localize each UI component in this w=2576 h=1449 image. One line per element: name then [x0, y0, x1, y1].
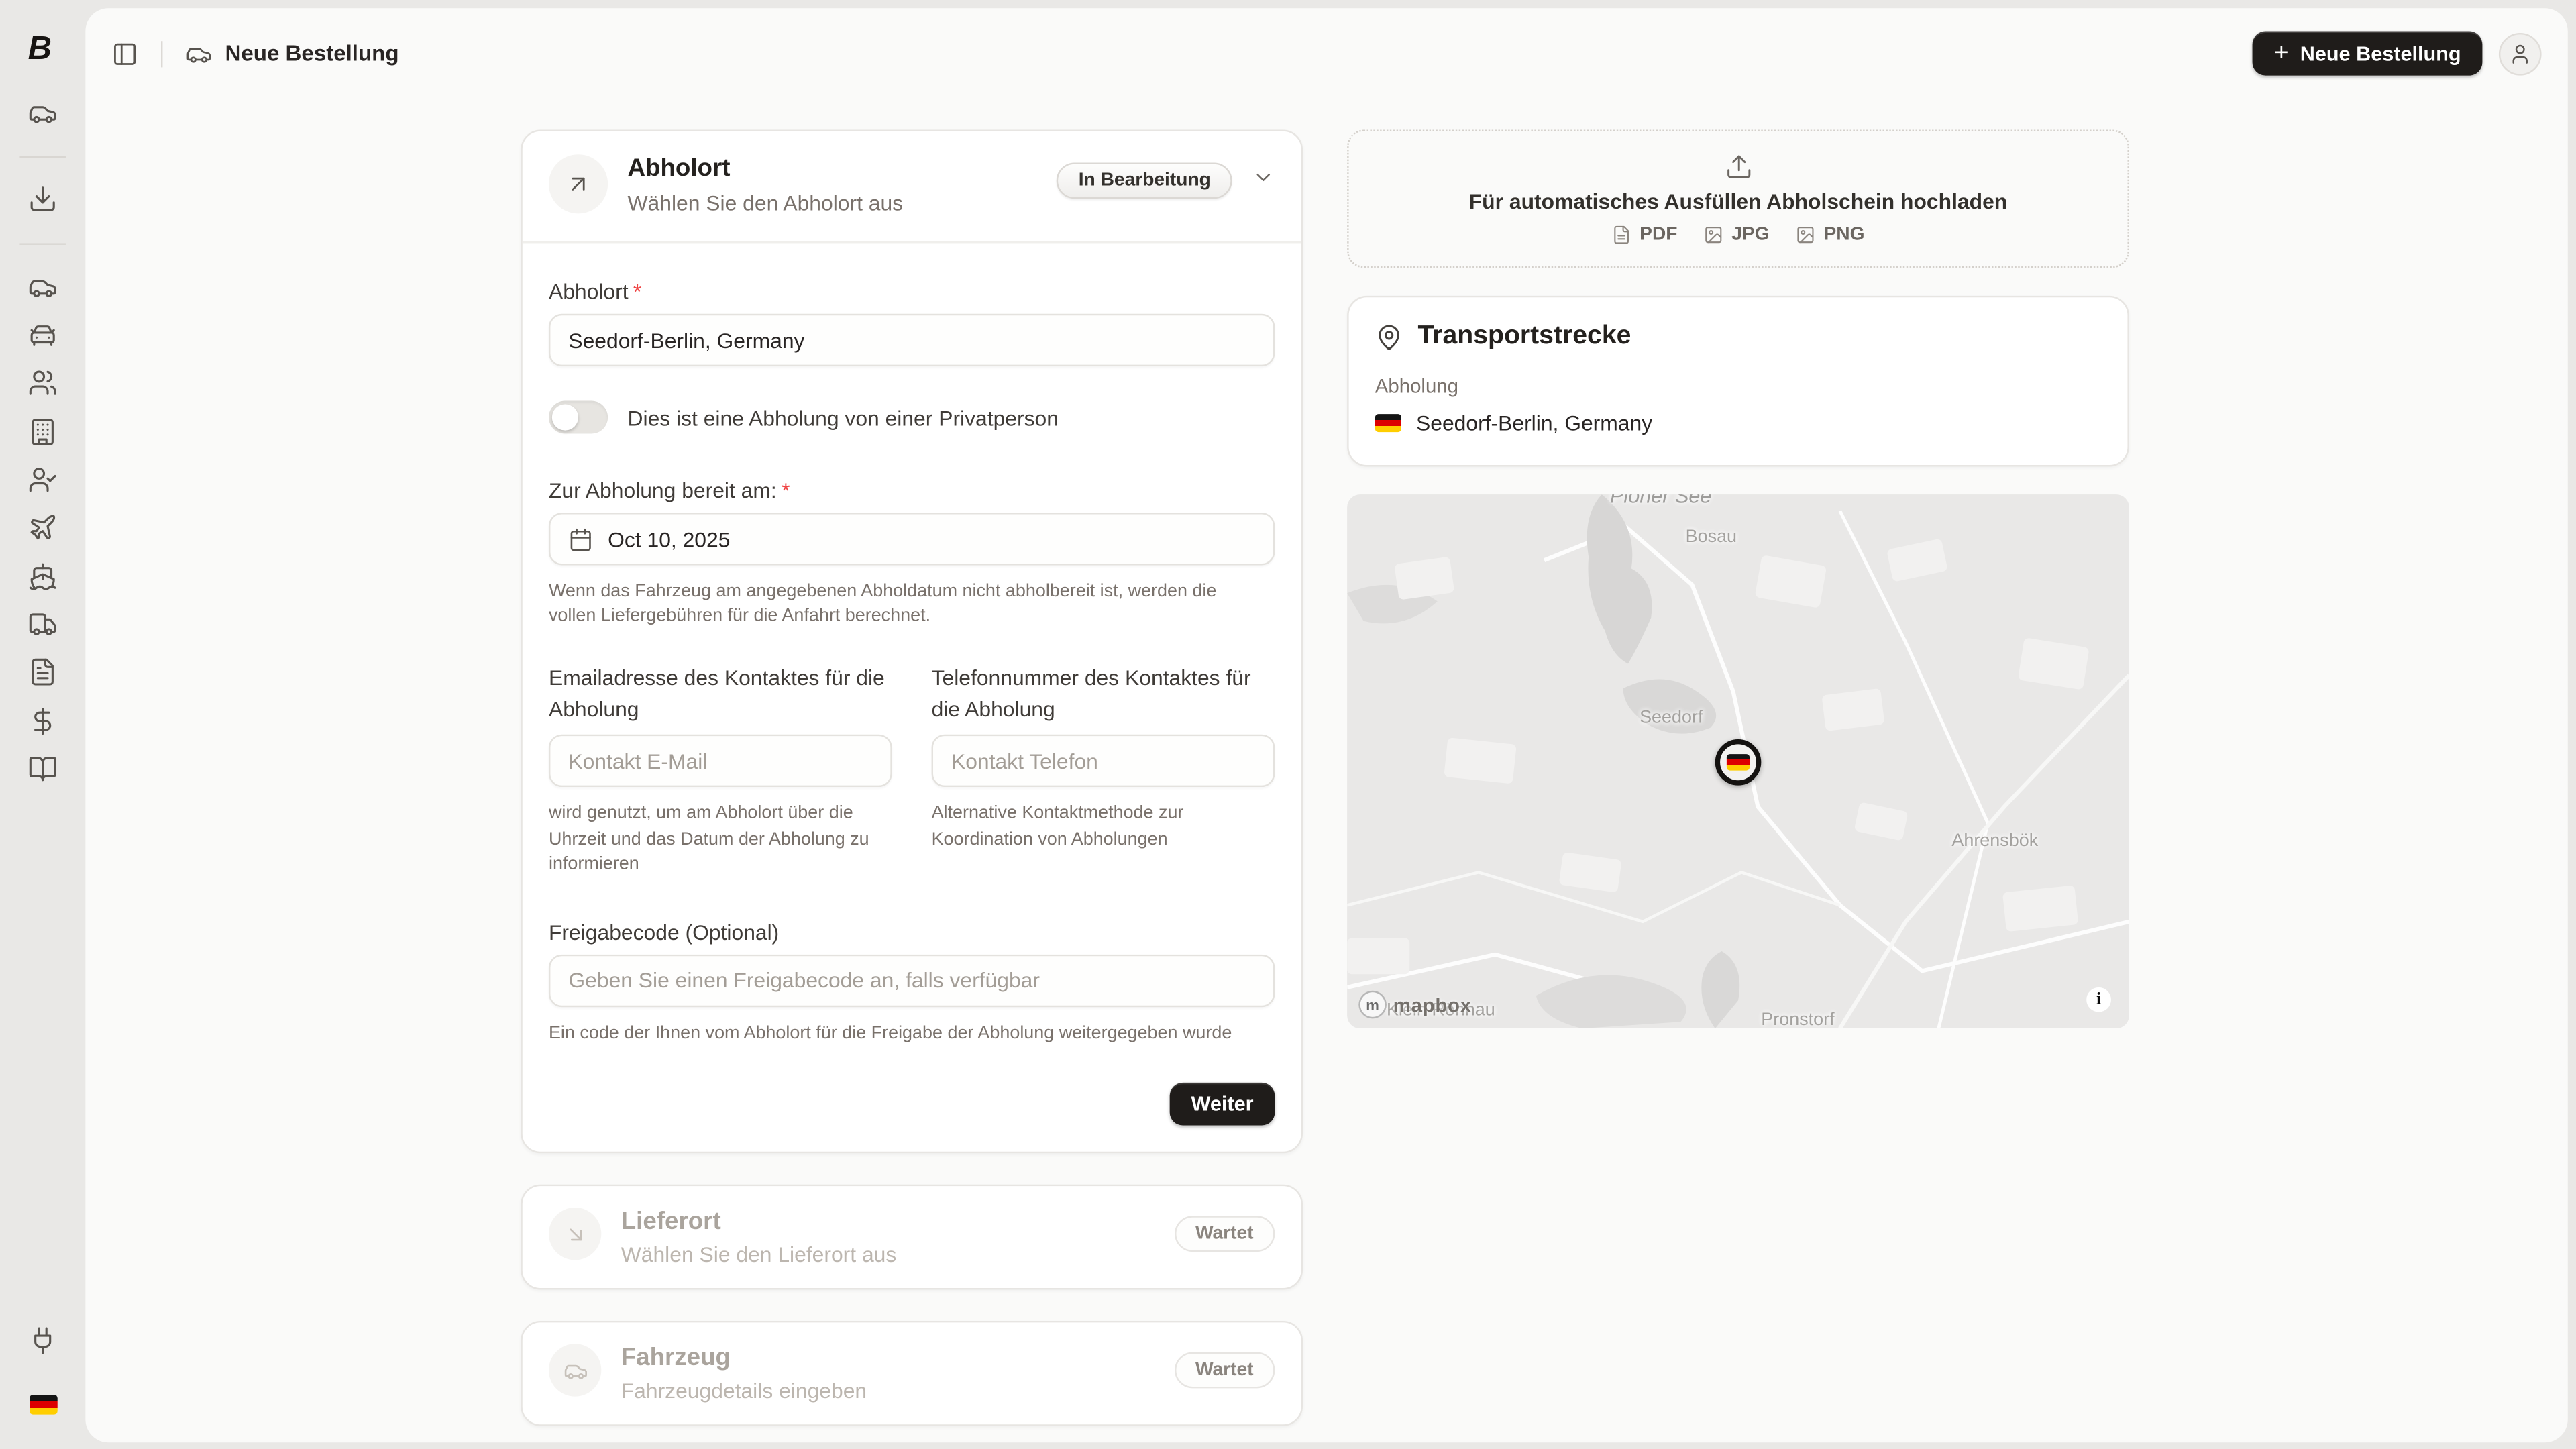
- kontakt-telefon-input[interactable]: [932, 735, 1275, 788]
- pickup-label: Abholung: [1375, 374, 2101, 397]
- header-divider: [161, 40, 162, 66]
- kontakt-telefon-label: Telefonnummer des Kontaktes für die Abho…: [932, 663, 1275, 725]
- user-menu-button[interactable]: [2499, 32, 2542, 75]
- car-front-icon[interactable]: [28, 321, 58, 350]
- user-icon: [2509, 42, 2532, 64]
- required-mark: *: [782, 478, 790, 503]
- step-subtitle: Wählen Sie den Lieferort aus: [621, 1242, 897, 1267]
- plus-icon: +: [2274, 41, 2288, 66]
- users-icon[interactable]: [28, 368, 58, 398]
- format-png: PNG: [1796, 225, 1865, 245]
- required-mark: *: [633, 279, 641, 304]
- plane-icon[interactable]: [28, 513, 58, 542]
- language-flag-german[interactable]: [30, 1395, 58, 1414]
- van-icon: [186, 40, 212, 66]
- freigabecode-label: Freigabecode (Optional): [549, 920, 1275, 945]
- user-check-icon[interactable]: [28, 465, 58, 494]
- pickup-map-marker[interactable]: [1715, 739, 1762, 786]
- sidebar: B: [0, 0, 85, 1449]
- mapbox-logo[interactable]: m mapbox: [1358, 991, 1472, 1019]
- map-label-lake: Ploner See: [1610, 494, 1711, 508]
- document-icon[interactable]: [28, 657, 58, 687]
- image-icon: [1704, 225, 1723, 245]
- breadcrumb-label: Neue Bestellung: [225, 41, 399, 66]
- freigabecode-help: Ein code der Ihnen vom Abholort für die …: [549, 1021, 1275, 1046]
- pickup-value: Seedorf-Berlin, Germany: [1416, 411, 1652, 435]
- status-badge: In Bearbeitung: [1057, 162, 1232, 199]
- abholort-input[interactable]: [549, 314, 1275, 366]
- format-jpg: JPG: [1704, 225, 1770, 245]
- abholort-label: Abholort*: [549, 279, 1275, 304]
- status-badge: Wartet: [1174, 1216, 1275, 1252]
- abholort-step-card: Abholort Wählen Sie den Abholort aus In …: [521, 129, 1303, 1153]
- book-open-icon[interactable]: [28, 754, 58, 784]
- freigabecode-input[interactable]: [549, 954, 1275, 1006]
- step-title: Fahrzeug: [621, 1344, 867, 1372]
- abholdatum-value: Oct 10, 2025: [608, 527, 730, 551]
- abholschein-upload-dropzone[interactable]: Für automatisches Ausfüllen Abholschein …: [1347, 129, 2129, 268]
- van-icon[interactable]: [28, 99, 58, 128]
- building-icon[interactable]: [28, 417, 58, 447]
- step-title: Abholort: [628, 154, 904, 182]
- kontakt-telefon-help: Alternative Kontaktmethode zur Koordinat…: [932, 802, 1275, 853]
- mapbox-icon: m: [1358, 991, 1387, 1019]
- step-title: Lieferort: [621, 1208, 897, 1236]
- fahrzeug-step-card[interactable]: Fahrzeug Fahrzeugdetails eingeben Wartet: [521, 1321, 1303, 1426]
- map-pin-icon: [1375, 323, 1403, 351]
- image-icon: [1796, 225, 1815, 245]
- breadcrumb: Neue Bestellung: [186, 40, 399, 66]
- import-download-icon[interactable]: [28, 184, 58, 213]
- step-subtitle: Fahrzeugdetails eingeben: [621, 1379, 867, 1403]
- app-root: B: [0, 0, 2576, 1449]
- map-label-town: Ahrensbök: [1951, 831, 2038, 851]
- step-subtitle: Wählen Sie den Abholort aus: [628, 191, 904, 215]
- sidebar-divider: [19, 243, 66, 244]
- app-logo[interactable]: B: [28, 32, 50, 69]
- upload-title: Für automatisches Ausfüllen Abholschein …: [1469, 189, 2008, 214]
- panel-toggle-button[interactable]: [112, 40, 138, 66]
- weiter-button[interactable]: Weiter: [1170, 1083, 1275, 1126]
- map-label-town: Bosau: [1686, 527, 1737, 547]
- map-attribution-info-button[interactable]: i: [2086, 987, 2111, 1012]
- arrow-up-right-icon: [549, 154, 608, 213]
- kontakt-email-help: wird genutzt, um am Abholort über die Uh…: [549, 802, 892, 878]
- map-label-town: Pronstorf: [1761, 1010, 1834, 1028]
- abholdatum-help: Wenn das Fahrzeug am angegebenen Abholda…: [549, 580, 1239, 630]
- file-icon: [1612, 225, 1631, 245]
- privatperson-toggle[interactable]: [549, 401, 608, 434]
- abholdatum-picker[interactable]: Oct 10, 2025: [549, 513, 1275, 565]
- map-canvas[interactable]: Ploner See Bosau Seedorf Ahrensbök Klein…: [1347, 494, 2129, 1028]
- calendar-icon: [568, 527, 593, 551]
- plug-icon[interactable]: [28, 1326, 58, 1355]
- top-header: Neue Bestellung + Neue Bestellung: [85, 8, 2567, 99]
- truck-icon[interactable]: [28, 610, 58, 639]
- route-title: Transportstrecke: [1417, 322, 1631, 352]
- kontakt-email-input[interactable]: [549, 735, 892, 788]
- format-pdf: PDF: [1612, 225, 1678, 245]
- ship-icon[interactable]: [28, 562, 58, 592]
- chevron-down-icon[interactable]: [1252, 165, 1275, 197]
- dollar-icon[interactable]: [28, 706, 58, 736]
- status-badge: Wartet: [1174, 1352, 1275, 1389]
- upload-icon: [1724, 153, 1752, 181]
- privatperson-toggle-label: Dies ist eine Abholung von einer Privatp…: [628, 405, 1059, 430]
- new-order-button[interactable]: + Neue Bestellung: [2253, 32, 2482, 76]
- german-flag-icon: [1375, 414, 1401, 432]
- arrow-down-right-icon: [549, 1208, 601, 1260]
- transportstrecke-card: Transportstrecke Abholung Seedorf-Berlin…: [1347, 296, 2129, 467]
- kontakt-email-label: Emailadresse des Kontaktes für die Abhol…: [549, 663, 892, 725]
- german-flag-icon: [1727, 754, 1750, 770]
- abholdatum-label: Zur Abholung bereit am:*: [549, 478, 1275, 503]
- car-icon: [549, 1344, 601, 1396]
- map-label-town: Seedorf: [1640, 708, 1703, 728]
- car-icon[interactable]: [28, 273, 58, 303]
- main-panel: Neue Bestellung + Neue Bestellung: [85, 8, 2567, 1442]
- lieferort-step-card[interactable]: Lieferort Wählen Sie den Lieferort aus W…: [521, 1185, 1303, 1290]
- sidebar-divider: [19, 156, 66, 158]
